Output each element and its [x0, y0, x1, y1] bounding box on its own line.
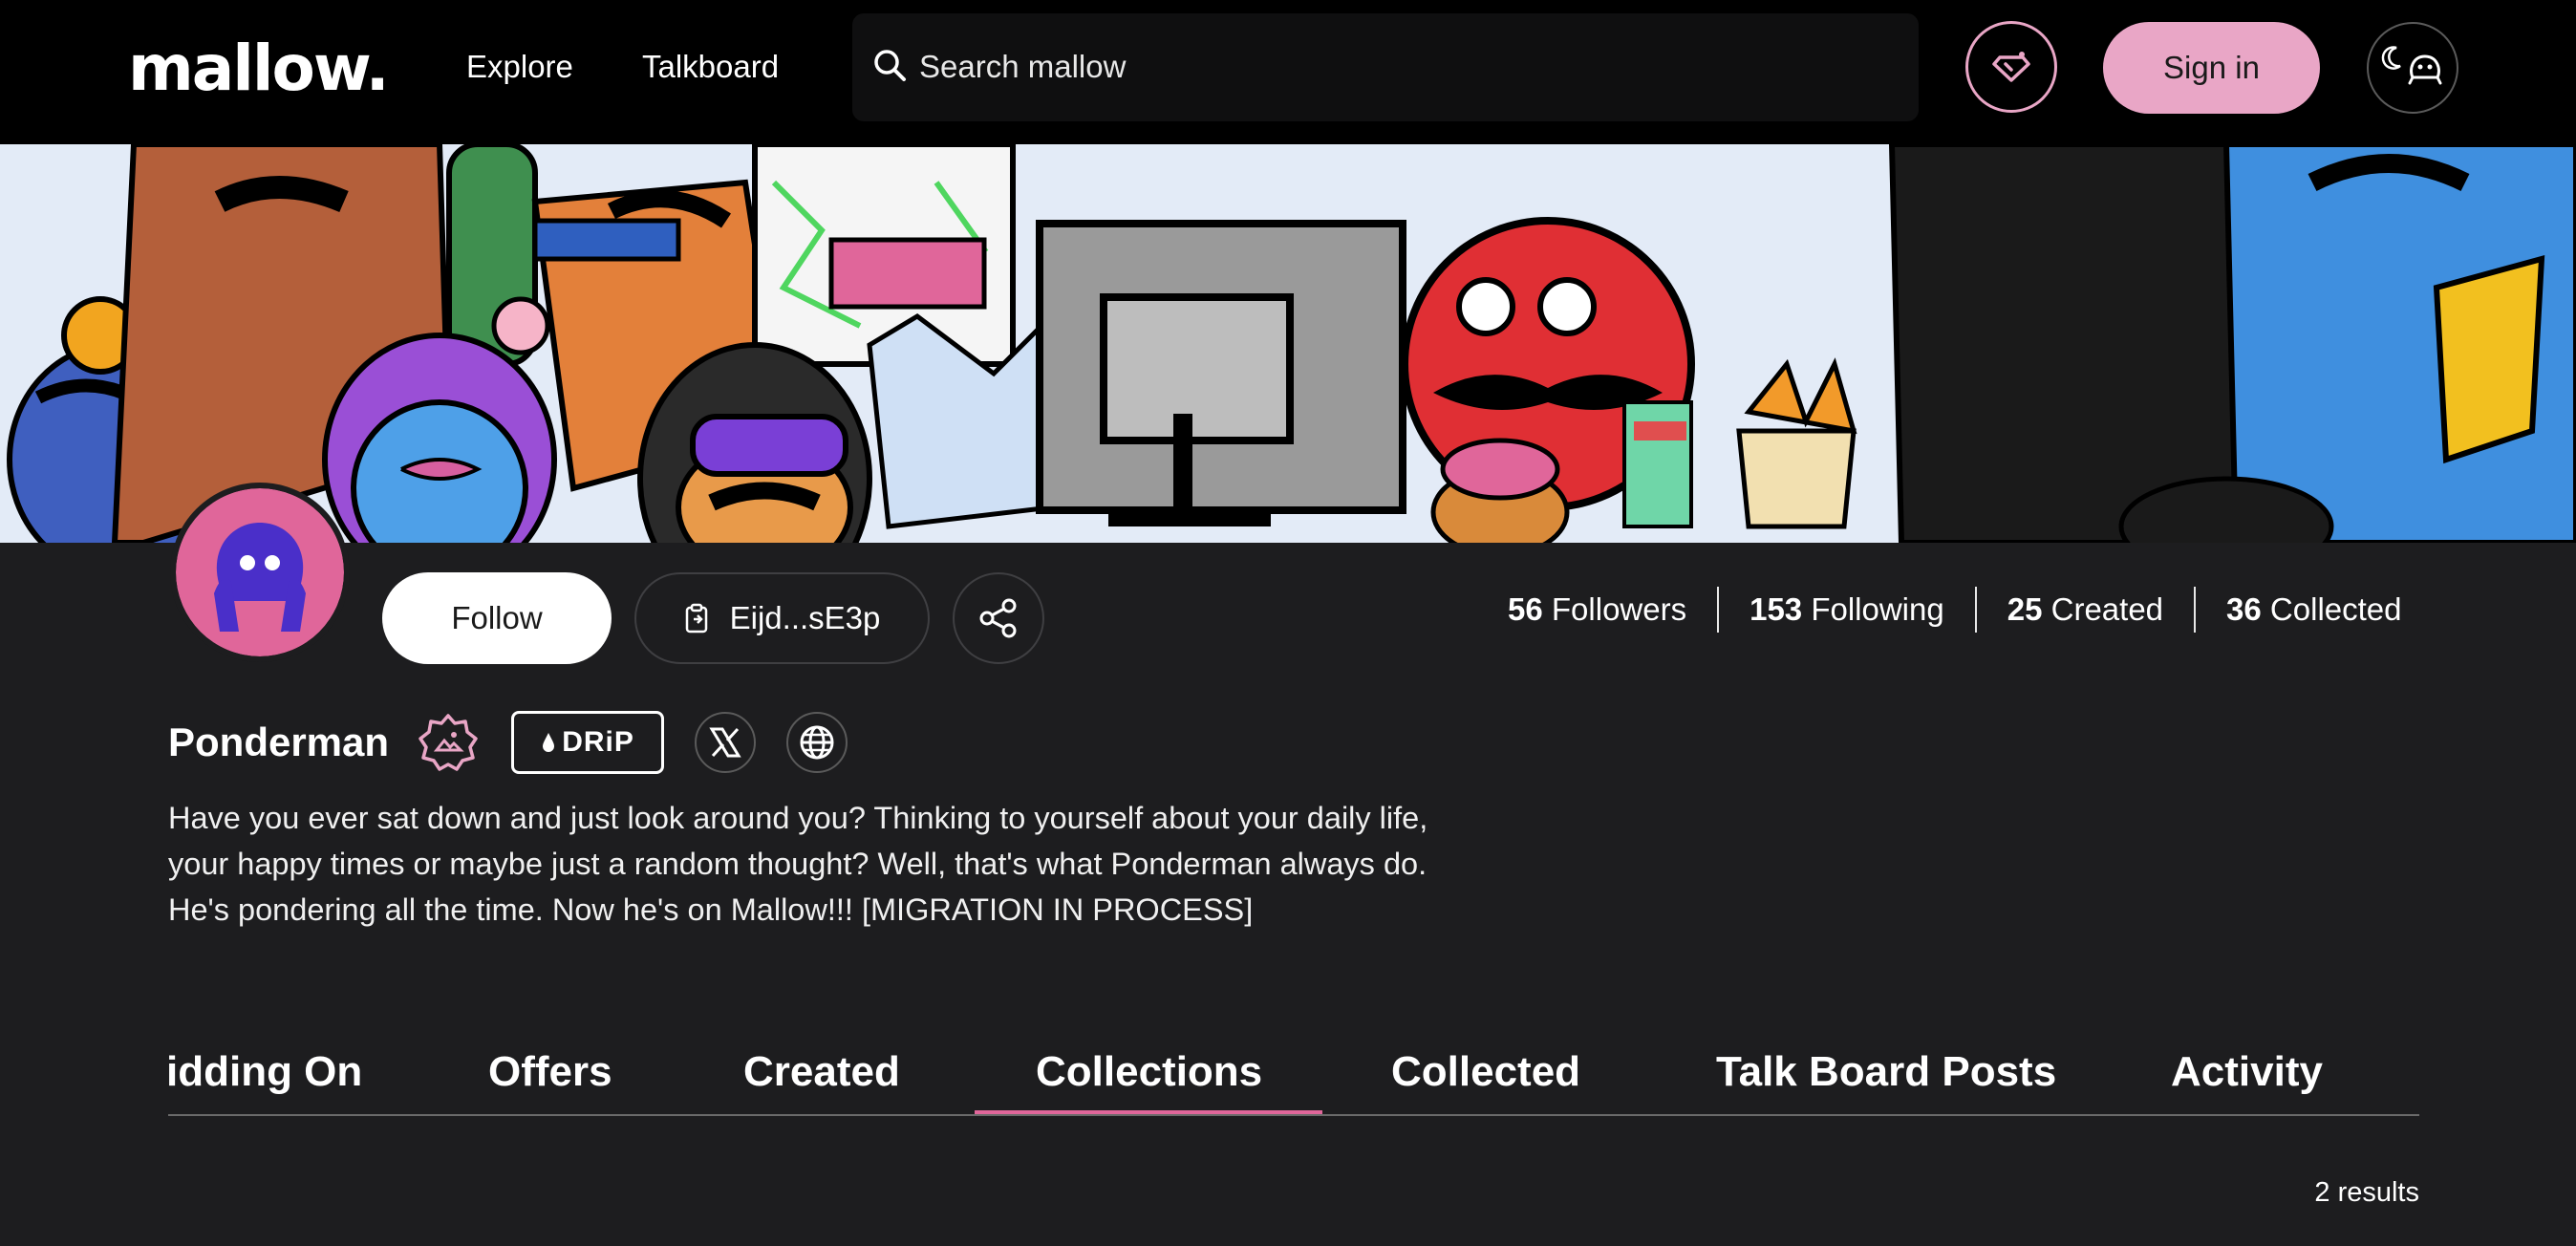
drip-label: DRiP [562, 726, 634, 758]
profile-stats: 56 Followers 153 Following 25 Created 36… [1491, 585, 2402, 634]
following-stat[interactable]: 153 Following [1719, 587, 1977, 633]
profile-bio: Have you ever sat down and just look aro… [168, 801, 1428, 927]
theme-toggle-button[interactable] [2367, 22, 2458, 114]
follow-button[interactable]: Follow [382, 572, 612, 664]
active-tab-indicator [975, 1110, 1322, 1114]
profile-tabs: idding On Offers Created Collections Col… [168, 1032, 2419, 1116]
copy-wallet-button[interactable]: Eijd...sE3p [634, 572, 930, 664]
tab-collected[interactable]: Collected [1391, 1043, 1580, 1101]
website-link[interactable] [786, 712, 848, 773]
x-profile-link[interactable] [695, 712, 757, 773]
profile-name-row: Ponderman DRiP [168, 709, 848, 776]
collected-stat[interactable]: 36 Collected [2196, 587, 2401, 633]
moon-icon [2381, 46, 2401, 70]
following-count: 153 [1750, 591, 1803, 627]
tab-talk-board-posts[interactable]: Talk Board Posts [1716, 1043, 2056, 1101]
mallow-logo[interactable]: mallow. [128, 32, 390, 105]
share-icon [979, 598, 1017, 638]
top-nav-bar: mallow. Explore Talkboard Sign in [0, 0, 2576, 144]
nav-explore[interactable]: Explore [466, 46, 573, 88]
following-label: Following [1811, 591, 1944, 627]
profile-banner [0, 144, 2576, 543]
share-button[interactable] [953, 572, 1044, 664]
x-logo-icon [709, 727, 741, 758]
theme-face-icon [2408, 54, 2442, 85]
results-count: 2 results [2314, 1177, 2419, 1208]
collected-label: Collected [2269, 591, 2402, 627]
drip-badge-link[interactable]: DRiP [511, 711, 665, 774]
tab-bidding-on[interactable]: idding On [168, 1043, 362, 1101]
avatar-image [176, 488, 344, 656]
collected-count: 36 [2226, 591, 2262, 627]
rewards-button[interactable] [1965, 21, 2057, 113]
created-count: 25 [2007, 591, 2043, 627]
created-label: Created [2050, 591, 2164, 627]
followers-count: 56 [1508, 591, 1543, 627]
followers-label: Followers [1551, 591, 1687, 627]
tab-created[interactable]: Created [743, 1043, 900, 1101]
search-input[interactable] [919, 40, 1894, 94]
globe-icon [800, 725, 834, 760]
diamond-icon [1992, 52, 2030, 82]
tab-collections[interactable]: Collections [1036, 1043, 1262, 1101]
profile-avatar [170, 483, 350, 662]
tab-activity[interactable]: Activity [2171, 1043, 2323, 1101]
tab-offers[interactable]: Offers [488, 1043, 612, 1101]
verified-badge-icon [419, 714, 478, 771]
followers-stat[interactable]: 56 Followers [1491, 587, 1720, 633]
nav-talkboard[interactable]: Talkboard [642, 46, 779, 88]
clipboard-icon [685, 603, 707, 634]
search-bar[interactable] [852, 13, 1919, 121]
created-stat[interactable]: 25 Created [1977, 587, 2197, 633]
wallet-address: Eijd...sE3p [729, 600, 881, 635]
drop-icon [543, 733, 555, 752]
banner-artwork [0, 144, 2576, 543]
sign-in-button[interactable]: Sign in [2103, 22, 2320, 114]
profile-username: Ponderman [168, 720, 390, 764]
search-icon [874, 50, 906, 81]
